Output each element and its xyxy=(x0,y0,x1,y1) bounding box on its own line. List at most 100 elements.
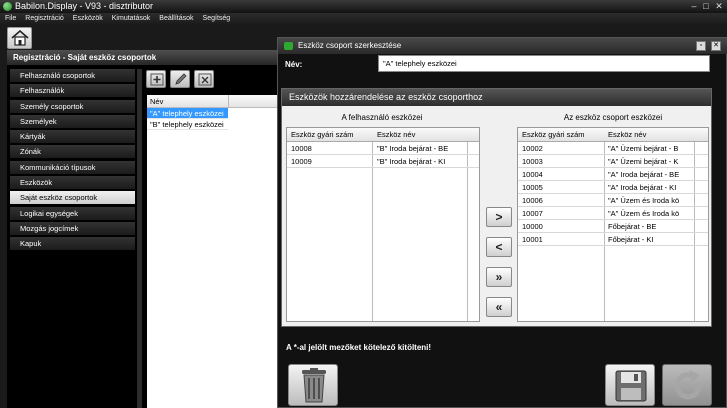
cell-device-name: "A" Üzem és Iroda kö xyxy=(608,209,680,218)
menu-settings[interactable]: Beállítások xyxy=(159,13,193,24)
group-devices-label: Az eszköz csoport eszközei xyxy=(563,113,663,122)
cell-device-name: "B" Iroda bejárat - BE xyxy=(377,144,449,153)
column-header-device-name[interactable]: Eszköz név xyxy=(608,128,646,142)
table-row[interactable]: 10000 Főbejárat - BE xyxy=(518,220,708,233)
cell-device-name: "A" Iroda bejárat - BE xyxy=(608,170,680,179)
home-button[interactable] xyxy=(7,27,32,49)
cell-device-name: "A" Üzem és Iroda kö xyxy=(608,196,680,205)
side-item-cards[interactable]: Kártyák xyxy=(10,130,135,144)
edit-device-group-dialog: Eszköz csoport szerkesztése ▫ ✕ Név: Esz… xyxy=(277,37,727,408)
menu-registration[interactable]: Regisztráció xyxy=(25,13,64,24)
device-group-table: Név "A" telephely eszközei "B" telephely… xyxy=(147,95,277,408)
side-item-persons[interactable]: Személyek xyxy=(10,114,135,128)
table-row[interactable]: 10006 "A" Üzem és Iroda kö xyxy=(518,194,708,207)
cell-serial: 10000 xyxy=(522,222,543,231)
menu-bar: File Regisztráció Eszközök Kimutatások B… xyxy=(0,13,727,24)
registration-panel: Regisztráció - Saját eszköz csoportok Fe… xyxy=(7,50,277,408)
menu-reports[interactable]: Kimutatások xyxy=(112,13,151,24)
table-row[interactable]: 10005 "A" Iroda bejárat - KI xyxy=(518,181,708,194)
table-row[interactable]: 10002 "A" Üzemi bejárat - B xyxy=(518,142,708,155)
cell-serial: 10005 xyxy=(522,183,543,192)
table-row[interactable]: 10009 "B" Iroda bejárat - KI xyxy=(287,155,479,168)
cell-serial: 10001 xyxy=(522,235,543,244)
side-item-logical-units[interactable]: Logikai egységek xyxy=(10,206,135,220)
close-button[interactable]: ✕ xyxy=(713,1,725,12)
remove-all-button[interactable]: « xyxy=(486,297,512,317)
save-button[interactable] xyxy=(605,364,655,406)
table-header: Eszköz gyári szám Eszköz név xyxy=(287,128,479,142)
table-row[interactable]: 10003 "A" Üzemi bejárat - K xyxy=(518,155,708,168)
required-fields-note: A *-al jelölt mezőket kötelező kitölteni… xyxy=(286,343,432,352)
table-row[interactable]: "A" telephely eszközei xyxy=(147,108,228,119)
assignment-box: Eszközök hozzárendelése az eszköz csopor… xyxy=(281,88,712,327)
side-item-own-device-groups[interactable]: Saját eszköz csoportok xyxy=(10,191,135,205)
user-devices-label: A felhasználó eszközei xyxy=(341,113,423,122)
cell-serial: 10006 xyxy=(522,196,543,205)
remove-selected-button[interactable]: < xyxy=(486,237,512,257)
add-selected-button[interactable]: > xyxy=(486,207,512,227)
menu-devices[interactable]: Eszközök xyxy=(73,13,103,24)
dialog-title: Eszköz csoport szerkesztése xyxy=(298,41,402,50)
cell-device-name: Főbejárat - KI xyxy=(608,235,654,244)
side-item-users[interactable]: Felhasználók xyxy=(10,84,135,98)
side-menu: Felhasználó csoportok Felhasználók Szemé… xyxy=(10,69,135,253)
side-item-movement-titles[interactable]: Mozgás jogcímek xyxy=(10,221,135,235)
delete-button[interactable] xyxy=(194,70,214,88)
cell-device-name: Főbejárat - BE xyxy=(608,222,657,231)
side-item-person-groups[interactable]: Személy csoportok xyxy=(10,99,135,113)
column-header-serial[interactable]: Eszköz gyári szám xyxy=(522,128,585,142)
window-title: Babilon.Display - V93 - disztributor xyxy=(15,1,154,11)
name-input[interactable] xyxy=(378,55,710,72)
trash-icon xyxy=(302,368,326,403)
group-devices-table: Eszköz gyári szám Eszköz név 10002 "A" Ü… xyxy=(517,127,709,322)
refresh-button[interactable] xyxy=(662,364,712,406)
cell-serial: 10004 xyxy=(522,170,543,179)
table-row[interactable]: 10007 "A" Üzem és Iroda kö xyxy=(518,207,708,220)
delete-icon xyxy=(198,73,212,86)
cell-serial: 10009 xyxy=(291,157,312,166)
user-devices-table: Eszköz gyári szám Eszköz név 10008 "B" I… xyxy=(286,127,480,322)
cell-device-name: "A" Iroda bejárat - KI xyxy=(608,183,677,192)
side-item-communication-types[interactable]: Kommunikáció típusok xyxy=(10,160,135,174)
side-item-zones[interactable]: Zónák xyxy=(10,145,135,159)
table-row[interactable]: "B" telephely eszközei xyxy=(147,119,228,130)
column-header-device-name[interactable]: Eszköz név xyxy=(377,128,415,142)
side-item-user-groups[interactable]: Felhasználó csoportok xyxy=(10,69,135,82)
cell-device-name: "B" Iroda bejárat - KI xyxy=(377,157,446,166)
add-button[interactable] xyxy=(146,70,166,88)
table-row[interactable]: 10008 "B" Iroda bejárat - BE xyxy=(287,142,479,155)
menu-file[interactable]: File xyxy=(5,13,16,24)
table-row[interactable]: 10001 Főbejárat - KI xyxy=(518,233,708,246)
delete-group-button[interactable] xyxy=(288,364,338,406)
side-item-devices[interactable]: Eszközök xyxy=(10,176,135,190)
column-header-serial[interactable]: Eszköz gyári szám xyxy=(291,128,354,142)
edit-icon xyxy=(175,73,187,85)
menu-help[interactable]: Segítség xyxy=(203,13,231,24)
dialog-minimize-button[interactable]: ▫ xyxy=(696,41,706,51)
cell-serial: 10002 xyxy=(522,144,543,153)
edit-button[interactable] xyxy=(170,70,190,88)
cell-serial: 10003 xyxy=(522,157,543,166)
dialog-title-bar: Eszköz csoport szerkesztése ▫ ✕ xyxy=(278,38,727,54)
add-icon xyxy=(150,73,164,86)
home-icon xyxy=(11,30,29,46)
cell-device-name: "A" Üzemi bejárat - B xyxy=(608,144,679,153)
splitter[interactable] xyxy=(137,69,142,408)
save-icon xyxy=(615,370,647,402)
maximize-button[interactable]: □ xyxy=(700,1,712,12)
cell-serial: 10007 xyxy=(522,209,543,218)
cell-serial: 10008 xyxy=(291,144,312,153)
column-header-name[interactable]: Név xyxy=(150,97,163,106)
minimize-button[interactable]: – xyxy=(688,1,700,12)
panel-header: Regisztráció - Saját eszköz csoportok xyxy=(7,50,277,65)
side-item-gates[interactable]: Kapuk xyxy=(10,237,135,251)
cell-device-name: "A" Üzemi bejárat - K xyxy=(608,157,679,166)
table-header: Név xyxy=(147,95,277,108)
assignment-title: Eszközök hozzárendelése az eszköz csopor… xyxy=(282,89,711,106)
window-title-bar: Babilon.Display - V93 - disztributor – □… xyxy=(0,0,727,13)
name-label: Név: xyxy=(285,60,303,69)
table-row[interactable]: 10004 "A" Iroda bejárat - BE xyxy=(518,168,708,181)
dialog-close-button[interactable]: ✕ xyxy=(711,41,721,51)
app-icon xyxy=(3,2,12,11)
add-all-button[interactable]: » xyxy=(486,267,512,287)
